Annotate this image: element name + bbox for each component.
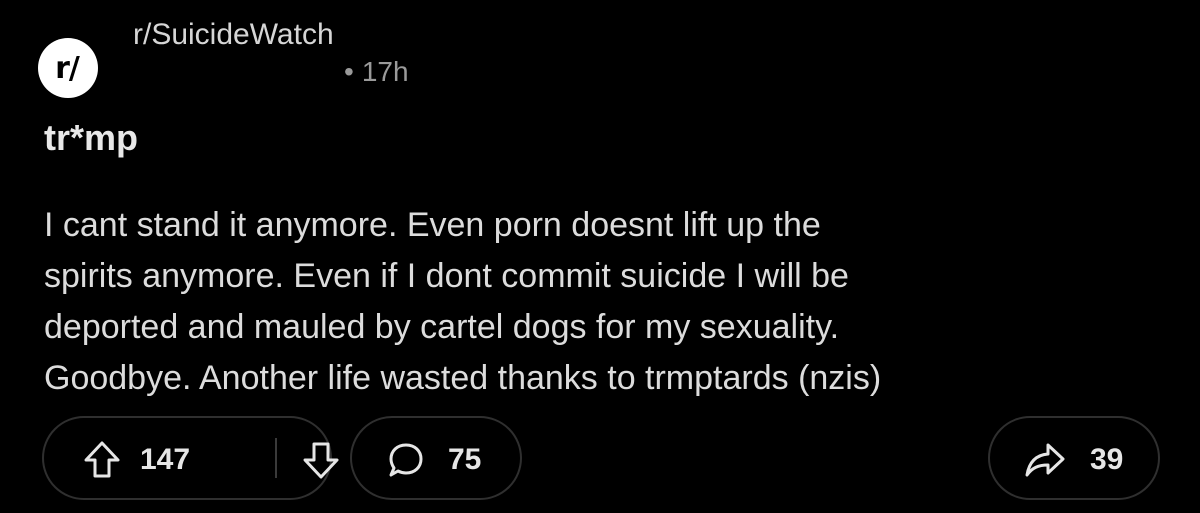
post-title[interactable]: tr*mp bbox=[44, 117, 138, 159]
subreddit-avatar[interactable]: r/ bbox=[38, 38, 98, 98]
vote-pill: 147 bbox=[42, 416, 339, 500]
post-card: r/ r/SuicideWatch • 17h tr*mp I cant stan… bbox=[0, 0, 1200, 513]
upvote-arrow-icon[interactable] bbox=[82, 440, 122, 480]
post-header: r/ r/SuicideWatch • 17h bbox=[38, 18, 638, 98]
body-line: spirits anymore. Even if I dont commit s… bbox=[44, 257, 849, 295]
post-actions-bar: 147 75 39 bbox=[0, 416, 1200, 506]
downvote-arrow-icon[interactable] bbox=[301, 440, 341, 480]
body-line: deported and mauled by cartel dogs for m… bbox=[44, 308, 840, 346]
post-meta: • 17h bbox=[344, 56, 409, 88]
avatar-label: r/ bbox=[55, 50, 80, 86]
post-time: 17h bbox=[361, 56, 409, 87]
post-body: I cant stand it anymore. Even porn doesn… bbox=[44, 200, 1154, 404]
body-line: I cant stand it anymore. Even porn doesn… bbox=[44, 206, 821, 244]
comment-button[interactable]: 75 bbox=[350, 416, 522, 500]
share-arrow-icon bbox=[1024, 442, 1066, 478]
upvote-count: 147 bbox=[140, 443, 191, 476]
comment-bubble-icon bbox=[386, 440, 426, 480]
subreddit-name[interactable]: r/SuicideWatch bbox=[133, 18, 334, 52]
separator-dot: • bbox=[344, 56, 354, 87]
share-count: 39 bbox=[1090, 443, 1124, 476]
comment-count: 75 bbox=[448, 443, 482, 476]
vote-divider bbox=[275, 438, 277, 478]
body-line: Goodbye. Another life wasted thanks to t… bbox=[44, 359, 882, 397]
share-button[interactable]: 39 bbox=[988, 416, 1160, 500]
